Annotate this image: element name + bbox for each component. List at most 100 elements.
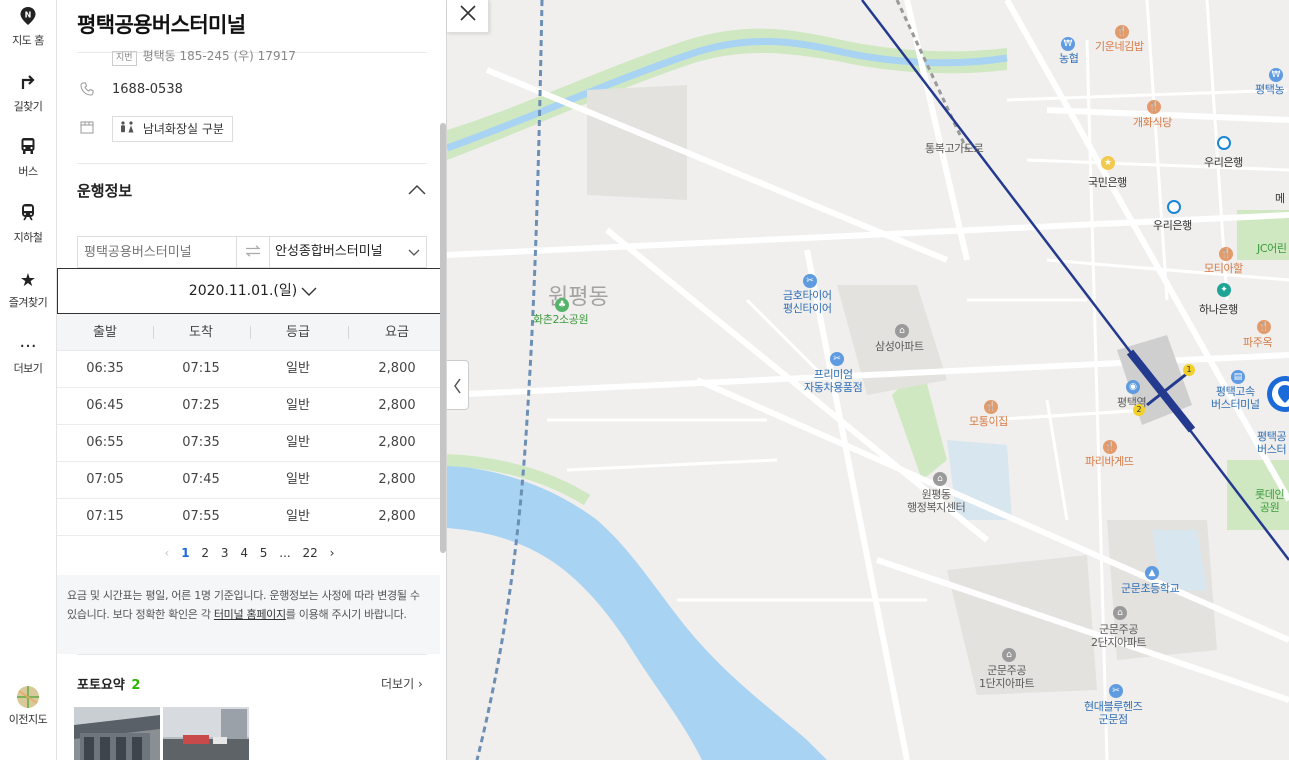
page-link[interactable]: 5 — [260, 546, 268, 560]
rail-subway[interactable]: 지하철 — [0, 203, 56, 245]
rail-label: 더보기 — [13, 362, 43, 375]
svg-text:N: N — [25, 11, 32, 20]
exit-marker-icon[interactable]: 2 — [1133, 404, 1145, 416]
column-header: 도착 — [189, 325, 213, 340]
bus-terminal-icon[interactable]: ▤ — [1231, 370, 1245, 384]
map-label[interactable]: 파리바게뜨 — [1085, 455, 1134, 468]
bank-icon[interactable]: ★ — [1101, 156, 1115, 170]
divider — [77, 654, 427, 655]
collapse-panel-button[interactable] — [447, 360, 469, 410]
photo-more-label: 더보기 — [381, 677, 415, 691]
map-label[interactable]: 군문주공 2단지아파트 — [1091, 623, 1147, 649]
map-canvas[interactable]: 원평동 🍴 기운네김밥 ₩ 농협 ₩ 평택농 🍴 개화식당 우리은행 통복고가도… — [447, 0, 1289, 760]
next-page-button[interactable]: › — [330, 546, 335, 560]
bus-grade: 일반 — [286, 435, 310, 450]
date-selector[interactable]: 2020.11.01.(일) — [57, 268, 442, 314]
map-label[interactable]: 메 — [1275, 192, 1285, 205]
table-row: 06:45 07:25 일반 2,800 — [57, 388, 440, 425]
chevron-right-icon: › — [417, 677, 423, 691]
map-label[interactable]: 모티아할 — [1204, 262, 1243, 275]
map-label[interactable]: 현대블루헨즈 군문점 — [1084, 700, 1143, 726]
bank-icon[interactable]: ₩ — [1269, 68, 1283, 82]
auto-service-icon[interactable]: ✂ — [830, 352, 844, 366]
rail-directions[interactable]: 길찾기 — [0, 72, 56, 114]
map-label[interactable]: 국민은행 — [1088, 176, 1127, 189]
map-label[interactable]: 통복고가도로 — [925, 142, 984, 155]
page-link[interactable]: 2 — [201, 546, 209, 560]
map-label[interactable]: 금호타이어 평신타이어 — [783, 289, 832, 315]
map-label[interactable]: 화촌2소공원 — [533, 313, 589, 326]
photo-thumbnail[interactable] — [163, 707, 249, 760]
map-label[interactable]: 하나은행 — [1199, 303, 1238, 316]
restaurant-icon[interactable]: 🍴 — [1257, 320, 1271, 334]
apartment-icon[interactable]: ⌂ — [1113, 606, 1127, 620]
bank-icon[interactable]: ✦ — [1217, 283, 1231, 297]
terminal-homepage-link[interactable]: 터미널 홈페이지 — [214, 608, 286, 621]
collapse-section-button[interactable] — [405, 178, 429, 202]
map-label[interactable]: 우리은행 — [1153, 219, 1192, 232]
rail-map-home[interactable]: N 지도 홈 — [0, 6, 56, 48]
swap-route-button[interactable] — [236, 237, 270, 267]
map-label[interactable]: 우리은행 — [1204, 156, 1243, 169]
subway-station-icon[interactable]: ◉ — [1126, 380, 1140, 394]
apartment-icon[interactable]: ⌂ — [895, 324, 909, 338]
schedule-notice: 요금 및 시간표는 평일, 어른 1명 기준입니다. 운행정보는 사정에 따라 … — [57, 575, 440, 654]
apartment-icon[interactable]: ⌂ — [1002, 648, 1016, 662]
map-label[interactable]: 원평동 행정복지센터 — [907, 488, 966, 514]
column-header: 출발 — [93, 325, 117, 340]
close-panel-button[interactable] — [447, 0, 489, 33]
chevron-down-icon — [407, 244, 421, 258]
bank-icon[interactable] — [1167, 200, 1181, 214]
page-link[interactable]: 3 — [221, 546, 229, 560]
bus-grade: 일반 — [286, 398, 310, 413]
panel-scrollbar[interactable] — [440, 123, 446, 553]
chevron-left-icon — [454, 378, 461, 394]
government-office-icon[interactable]: ⌂ — [933, 472, 947, 486]
map-label[interactable]: 기운네김밥 — [1095, 40, 1144, 53]
phone-number[interactable]: 1688-0538 — [112, 82, 183, 97]
page-link[interactable]: 22 — [303, 546, 318, 560]
restaurant-icon[interactable]: 🍴 — [1219, 247, 1233, 261]
restaurant-icon[interactable]: 🍴 — [1115, 25, 1129, 39]
map-label[interactable]: 군문주공 1단지아파트 — [979, 664, 1035, 690]
page-link[interactable]: 1 — [181, 546, 189, 560]
map-label[interactable]: 개화식당 — [1133, 116, 1172, 129]
map-label[interactable]: 평택공 버스터 — [1257, 430, 1287, 456]
departure-input[interactable] — [78, 237, 236, 267]
restaurant-icon[interactable]: 🍴 — [1103, 440, 1117, 454]
photo-more-link[interactable]: 더보기 › — [381, 675, 423, 692]
map-label[interactable]: 롯데인 공원 — [1255, 488, 1285, 514]
prev-page-button[interactable]: ‹ — [165, 546, 170, 560]
table-row: 06:55 07:35 일반 2,800 — [57, 425, 440, 462]
bank-icon[interactable] — [1217, 136, 1231, 150]
map-label[interactable]: 삼성아파트 — [875, 340, 924, 353]
school-icon[interactable]: ▲ — [1145, 566, 1159, 580]
map-label[interactable]: 농협 — [1059, 52, 1079, 65]
map-label[interactable]: 평택농 — [1255, 83, 1285, 96]
park-icon[interactable]: ♣ — [555, 298, 569, 312]
rail-legacy-map[interactable]: 이전지도 — [0, 685, 56, 727]
map-label[interactable]: JC어린 — [1257, 242, 1287, 255]
rail-label: 이전지도 — [8, 713, 48, 726]
restaurant-icon[interactable]: 🍴 — [1147, 100, 1161, 114]
bank-icon[interactable]: ₩ — [1061, 37, 1075, 51]
rail-more[interactable]: ··· 더보기 — [0, 334, 56, 376]
exit-marker-icon[interactable]: 1 — [1183, 364, 1195, 376]
map-label[interactable]: 군문초등학교 — [1121, 582, 1180, 595]
map-label[interactable]: 모통이집 — [969, 415, 1008, 428]
auto-service-icon[interactable]: ✂ — [803, 274, 817, 288]
map-label[interactable]: 프리미엄 자동차용품점 — [804, 368, 863, 394]
selected-date: 2020.11.01.(일) — [188, 283, 298, 299]
rail-bus[interactable]: 버스 — [0, 137, 56, 179]
rail-favorites[interactable]: ★ 즐겨찾기 — [0, 268, 56, 310]
destination-select[interactable]: 안성종합버스터미널 — [275, 237, 405, 267]
map-label[interactable]: 파주옥 — [1243, 336, 1273, 349]
page-link[interactable]: 4 — [240, 546, 248, 560]
map-label[interactable]: 평택고속 버스터미널 — [1211, 385, 1260, 411]
restaurant-icon[interactable]: 🍴 — [984, 400, 998, 414]
fare: 2,800 — [378, 361, 416, 376]
address-text: 평택동 185-245 (우) 17917 — [142, 49, 296, 63]
auto-service-icon[interactable]: ✂ — [1109, 684, 1123, 698]
bus-grade: 일반 — [286, 509, 310, 524]
photo-thumbnail[interactable] — [74, 707, 160, 760]
